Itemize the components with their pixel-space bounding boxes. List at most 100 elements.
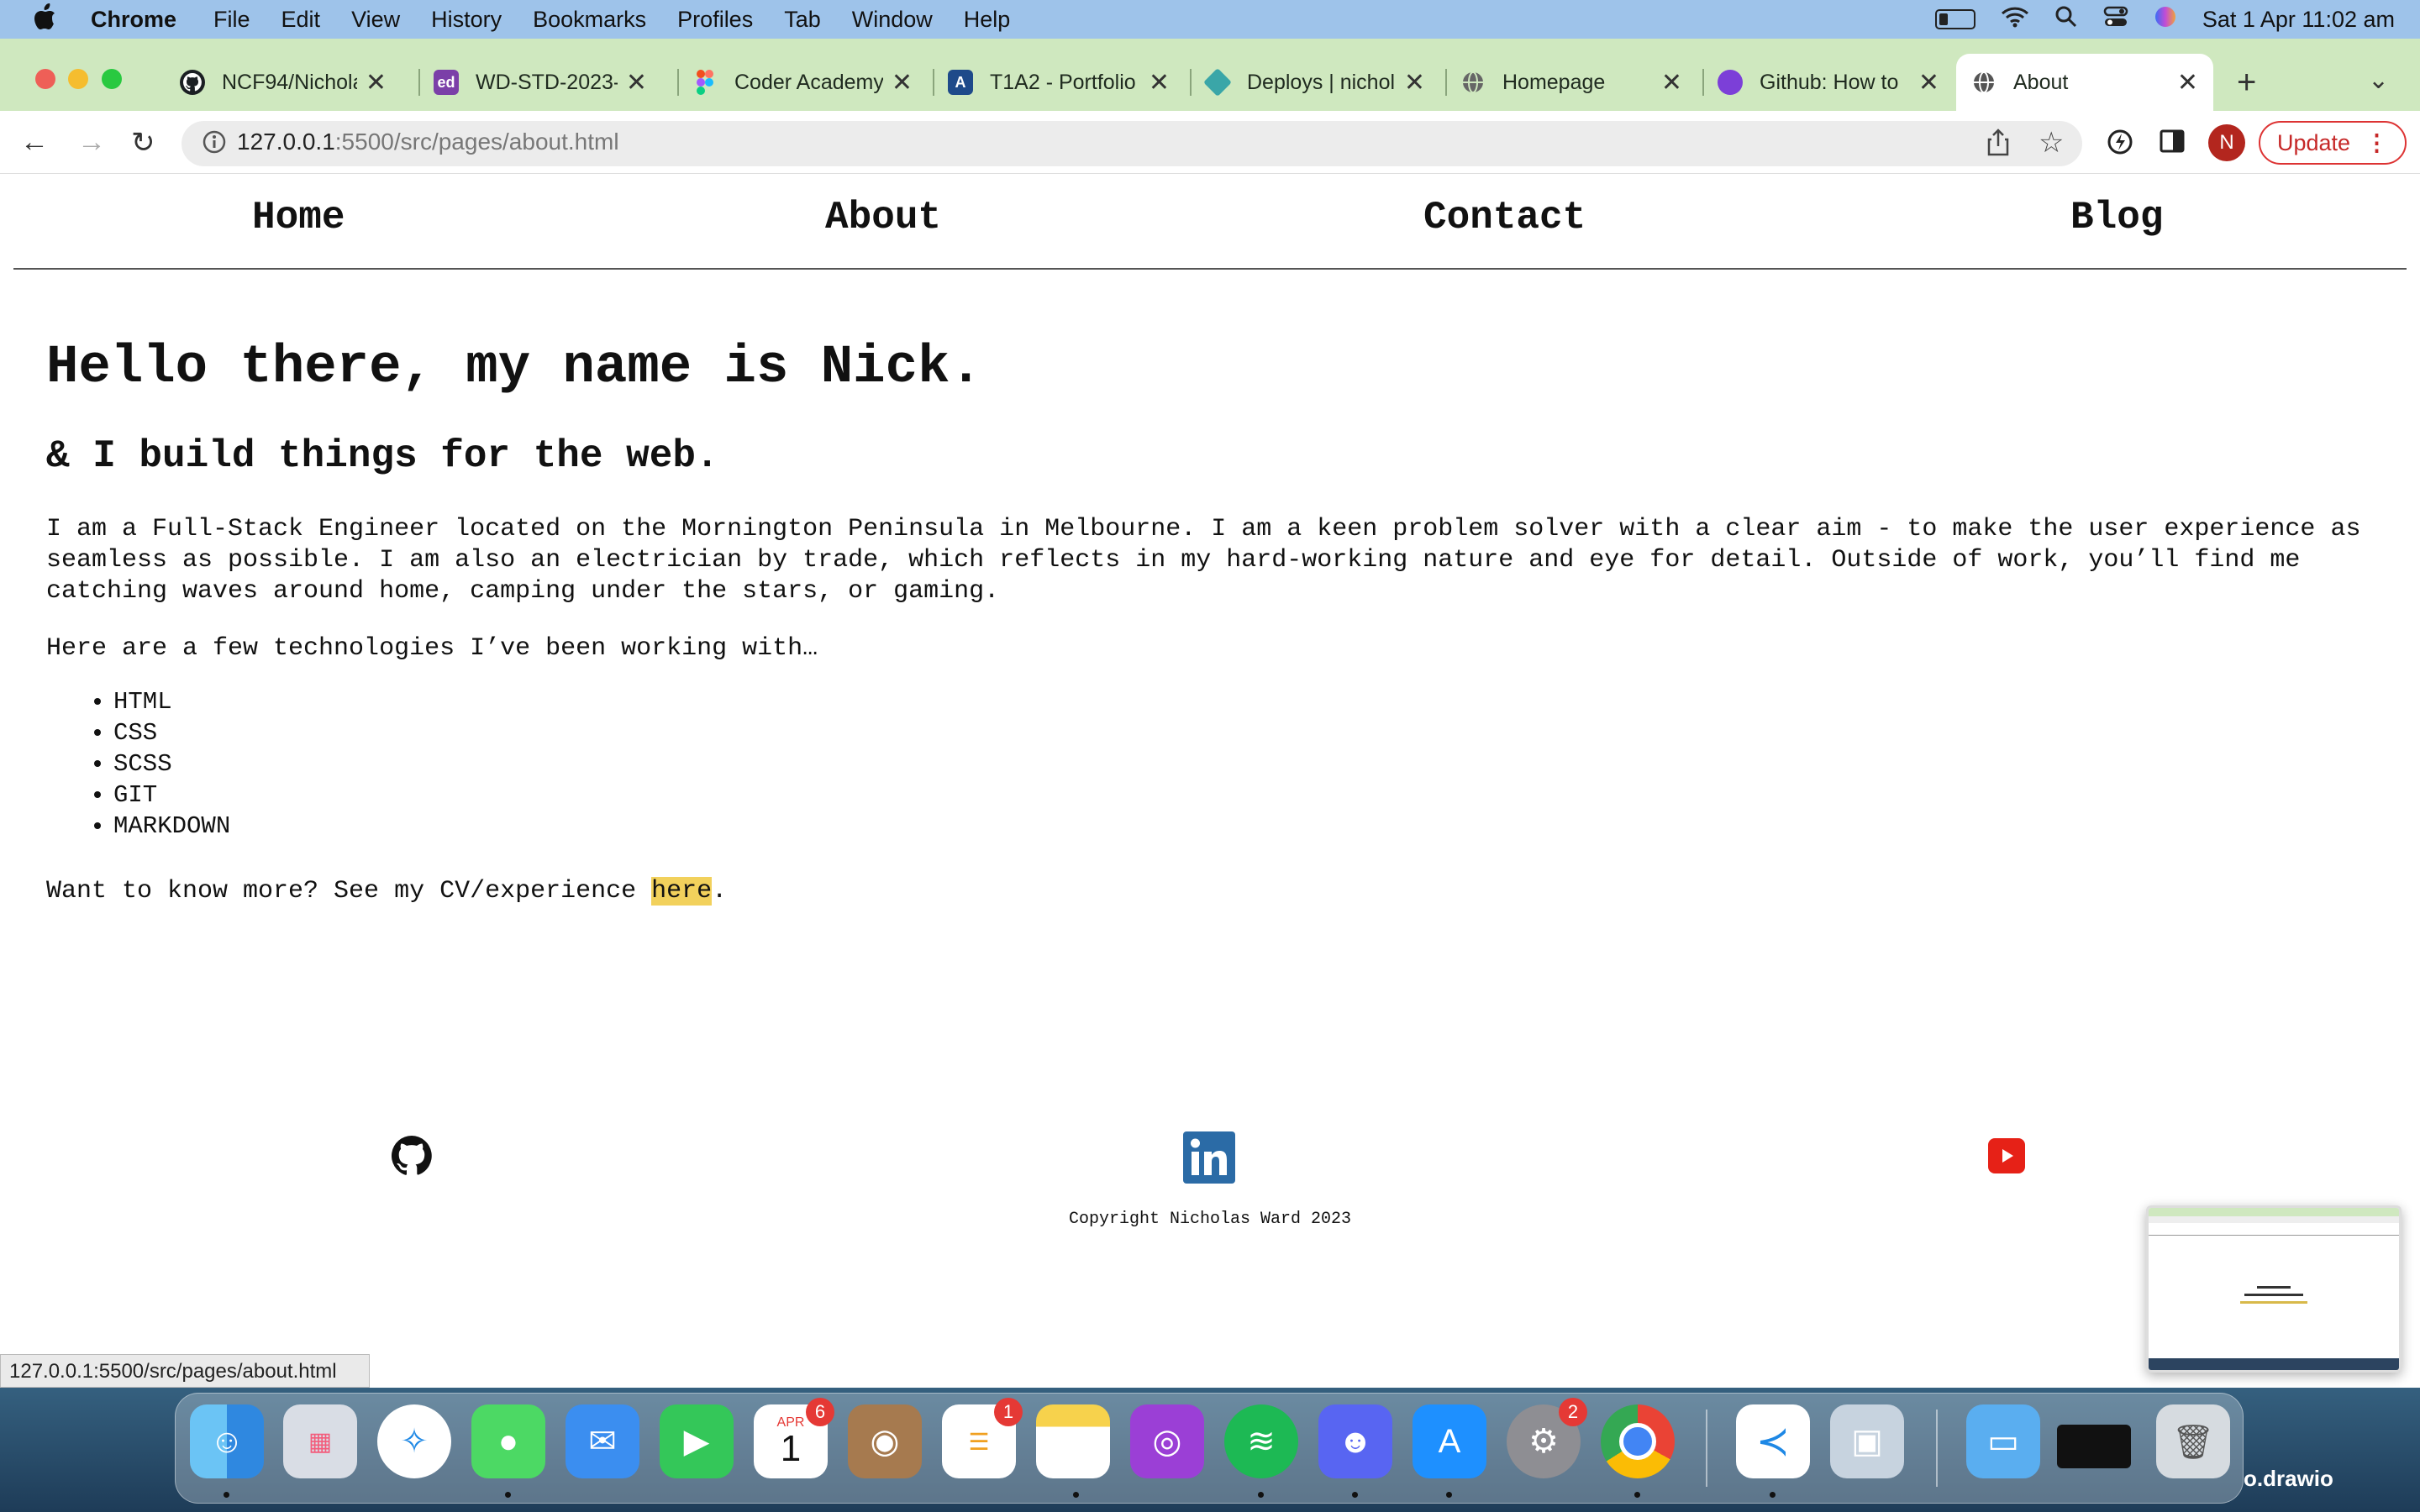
tab-title: Coder Academy bbox=[734, 70, 883, 94]
ed-icon: ed bbox=[434, 70, 459, 95]
siri-icon[interactable] bbox=[2154, 5, 2177, 34]
contacts-icon[interactable]: ◉ bbox=[848, 1404, 922, 1478]
menu-history[interactable]: History bbox=[431, 7, 502, 33]
tab-github-nicholas[interactable]: NCF94/Nicholas ✕ bbox=[165, 54, 402, 111]
menu-bookmarks[interactable]: Bookmarks bbox=[533, 7, 646, 33]
tab-homepage[interactable]: Homepage ✕ bbox=[1445, 54, 1697, 111]
link-status-bar: 127.0.0.1:5500/src/pages/about.html bbox=[0, 1354, 370, 1388]
menu-edit[interactable]: Edit bbox=[281, 7, 321, 33]
close-tab-icon[interactable]: ✕ bbox=[366, 68, 387, 97]
close-tab-icon[interactable]: ✕ bbox=[1404, 68, 1425, 97]
tab-wd-std[interactable]: ed WD-STD-2023- ✕ bbox=[418, 54, 662, 111]
kebab-menu-icon[interactable]: ⋮ bbox=[2365, 130, 2388, 156]
menu-view[interactable]: View bbox=[351, 7, 400, 33]
messages-icon[interactable]: ● bbox=[471, 1404, 545, 1478]
menu-help[interactable]: Help bbox=[964, 7, 1011, 33]
canvas-icon: A bbox=[948, 70, 973, 95]
side-panel-icon[interactable] bbox=[2160, 129, 2185, 157]
minimized-window-icon[interactable] bbox=[2057, 1425, 2131, 1468]
bookmark-star-icon[interactable]: ☆ bbox=[2039, 126, 2064, 160]
nav-about-link[interactable]: About bbox=[825, 196, 941, 239]
cv-here-link[interactable]: here bbox=[651, 877, 713, 906]
desktop-file-label[interactable]: o.drawio bbox=[2244, 1466, 2333, 1492]
tech-list: HTML CSS SCSS GIT MARKDOWN bbox=[67, 686, 230, 842]
spotlight-search-icon[interactable] bbox=[2054, 5, 2078, 34]
calendar-icon[interactable]: APR 1 6 bbox=[754, 1398, 834, 1478]
share-icon[interactable] bbox=[1986, 128, 2010, 160]
mail-icon[interactable]: ✉ bbox=[566, 1404, 639, 1478]
close-tab-icon[interactable]: ✕ bbox=[1918, 68, 1939, 97]
facetime-icon[interactable]: ▶ bbox=[660, 1404, 734, 1478]
tab-coder-academy[interactable]: Coder Academy ✕ bbox=[677, 54, 928, 111]
macos-menu-bar: Chrome File Edit View History Bookmarks … bbox=[0, 0, 2420, 39]
nav-contact-link[interactable]: Contact bbox=[1423, 196, 1586, 239]
finder-icon[interactable]: ☺ bbox=[190, 1404, 264, 1478]
zoom-window-button[interactable] bbox=[102, 69, 122, 89]
reload-icon[interactable]: ↻ bbox=[131, 126, 155, 160]
vscode-icon[interactable]: ≺ bbox=[1736, 1404, 1810, 1478]
list-item: HTML bbox=[113, 686, 230, 717]
tab-github-how-to[interactable]: Github: How to ✕ bbox=[1702, 54, 1954, 111]
apple-icon[interactable] bbox=[32, 3, 66, 37]
dock-divider bbox=[1706, 1410, 1707, 1487]
extension-icon[interactable] bbox=[2106, 128, 2134, 160]
url-path: :5500/src/pages/about.html bbox=[334, 129, 619, 155]
github-icon[interactable] bbox=[391, 1136, 432, 1180]
menu-clock[interactable]: Sat 1 Apr 11:02 am bbox=[2202, 7, 2395, 33]
globe-icon bbox=[1460, 70, 1486, 95]
intro-paragraph: I am a Full-Stack Engineer located on th… bbox=[46, 515, 2361, 606]
nav-home-link[interactable]: Home bbox=[252, 196, 345, 239]
spotify-icon[interactable]: ≋ bbox=[1224, 1404, 1298, 1478]
tab-about[interactable]: About ✕ bbox=[1956, 54, 2213, 111]
calendar-badge: 6 bbox=[806, 1398, 834, 1426]
notes-icon[interactable] bbox=[1036, 1404, 1110, 1478]
tab-title: Homepage bbox=[1502, 70, 1606, 94]
trash-icon[interactable]: 🗑 bbox=[2156, 1404, 2230, 1478]
update-label: Update bbox=[2276, 129, 2351, 155]
list-item: CSS bbox=[113, 717, 230, 748]
new-tab-icon[interactable]: + bbox=[2237, 64, 2256, 102]
launchpad-icon[interactable]: ▦ bbox=[283, 1404, 357, 1478]
close-tab-icon[interactable]: ✕ bbox=[1661, 68, 1682, 97]
menu-window[interactable]: Window bbox=[852, 7, 933, 33]
site-info-icon[interactable] bbox=[202, 129, 227, 159]
forward-arrow-icon[interactable]: → bbox=[77, 126, 106, 159]
menu-file[interactable]: File bbox=[213, 7, 250, 33]
profile-avatar[interactable]: N bbox=[2208, 124, 2245, 161]
chrome-icon[interactable] bbox=[1601, 1404, 1675, 1478]
safari-icon[interactable]: ✧ bbox=[377, 1404, 451, 1478]
menu-app-name[interactable]: Chrome bbox=[91, 7, 176, 33]
linkedin-icon[interactable] bbox=[1183, 1131, 1235, 1188]
cv-period: . bbox=[712, 877, 728, 906]
calendar-day: 1 bbox=[780, 1428, 802, 1469]
tab-t1a2-portfolio[interactable]: A T1A2 - Portfolio ✕ bbox=[933, 54, 1185, 111]
close-tab-icon[interactable]: ✕ bbox=[2177, 68, 2198, 97]
wifi-icon[interactable] bbox=[2001, 6, 2029, 34]
nav-blog-link[interactable]: Blog bbox=[2070, 196, 2163, 239]
back-arrow-icon[interactable]: ← bbox=[20, 126, 49, 159]
tab-deploys[interactable]: Deploys | nichol ✕ bbox=[1190, 54, 1440, 111]
podcasts-icon[interactable]: ◎ bbox=[1130, 1404, 1204, 1478]
discord-icon[interactable]: ☻ bbox=[1318, 1404, 1392, 1478]
system-settings-icon[interactable]: ⚙ 2 bbox=[1507, 1398, 1587, 1478]
menu-tab[interactable]: Tab bbox=[784, 7, 821, 33]
close-tab-icon[interactable]: ✕ bbox=[1149, 68, 1170, 97]
battery-icon[interactable] bbox=[1934, 9, 1975, 29]
menu-profiles[interactable]: Profiles bbox=[677, 7, 753, 33]
youtube-icon[interactable] bbox=[1988, 1138, 2025, 1178]
app-store-icon[interactable]: A bbox=[1413, 1404, 1486, 1478]
minimize-window-button[interactable] bbox=[68, 69, 88, 89]
close-tab-icon[interactable]: ✕ bbox=[892, 68, 913, 97]
reminders-icon[interactable]: ☰ 1 bbox=[942, 1398, 1023, 1478]
tab-search-chevron-icon[interactable]: ⌄ bbox=[2368, 66, 2389, 95]
control-center-icon[interactable] bbox=[2103, 6, 2128, 34]
downloads-folder-icon[interactable]: ▭ bbox=[1966, 1404, 2040, 1478]
window-thumbnail[interactable] bbox=[2146, 1205, 2402, 1373]
preview-icon[interactable]: ▣ bbox=[1830, 1404, 1904, 1478]
close-tab-icon[interactable]: ✕ bbox=[626, 68, 647, 97]
tab-title: WD-STD-2023- bbox=[476, 70, 618, 94]
close-window-button[interactable] bbox=[35, 69, 55, 89]
tab-title: Github: How to bbox=[1760, 70, 1899, 94]
update-button[interactable]: Update ⋮ bbox=[2259, 121, 2407, 165]
url-text[interactable]: 127.0.0.1:5500/src/pages/about.html bbox=[237, 129, 619, 155]
